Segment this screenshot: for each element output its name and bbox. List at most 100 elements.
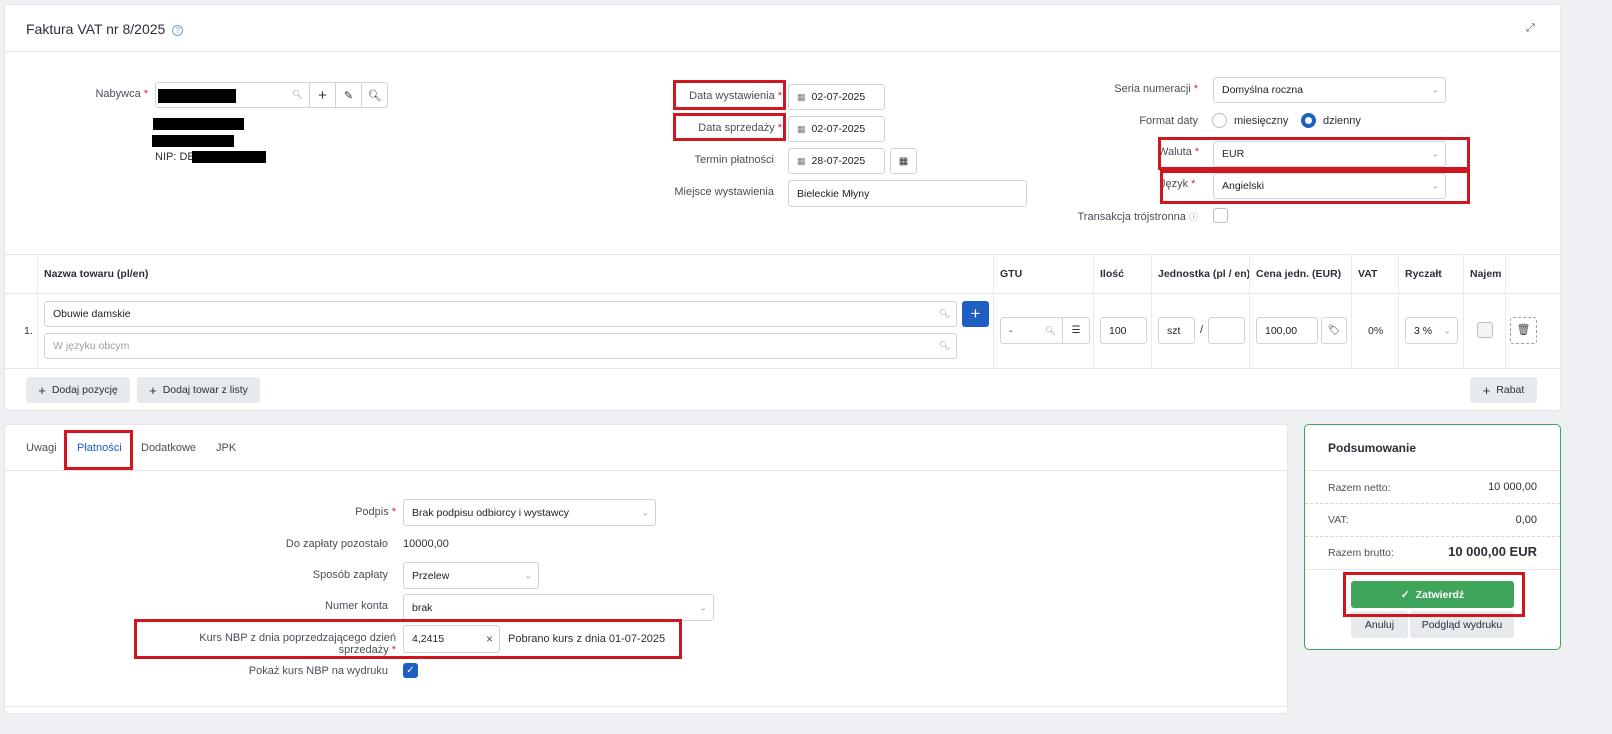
active-tab-underline	[66, 467, 130, 469]
chevron-down-icon: ⌄	[1431, 180, 1439, 191]
item-name-input[interactable]: Obuwie damskie 🔍︎	[44, 301, 957, 327]
rent-checkbox[interactable]	[1477, 322, 1493, 338]
chevron-down-icon: ⌄	[641, 507, 649, 517]
sale-date-label: Data sprzedaży *	[698, 122, 782, 134]
edit-buyer-button[interactable]: ✎	[335, 82, 362, 108]
place-input[interactable]: Bieleckie Młyny	[788, 180, 1027, 207]
gross-divider	[1305, 569, 1560, 570]
summary-panel: Podsumowanie Razem netto: 10 000,00 VAT:…	[1304, 424, 1561, 650]
add-buyer-button[interactable]: +	[309, 82, 336, 108]
vat-total-value: 0,00	[1515, 514, 1537, 526]
signature-label: Podpis *	[355, 506, 396, 518]
unit-input[interactable]: szt	[1158, 317, 1195, 344]
issue-date-input[interactable]: ▦ 02-07-2025	[788, 84, 885, 110]
list-icon: ☰	[1071, 325, 1081, 336]
calendar-icon: ▦	[797, 123, 806, 134]
tab-payments[interactable]: Płatności	[77, 442, 122, 454]
search-icon: 🔍︎	[938, 308, 950, 319]
tag-icon: 🏷︎	[1327, 325, 1341, 336]
tab-jpk[interactable]: JPK	[216, 442, 236, 454]
details-panel	[4, 424, 1288, 714]
vat-label: VAT:	[1328, 514, 1349, 526]
qty-input[interactable]: 100	[1100, 317, 1147, 344]
account-select[interactable]: brak ⌄	[403, 594, 714, 621]
language-label: Język *	[1160, 178, 1196, 190]
confirm-button[interactable]: ✓ Zatwierdź	[1351, 581, 1514, 608]
account-label: Numer konta	[325, 600, 388, 612]
item-foreign-name-input[interactable]: W języku obcym 🔍︎	[44, 333, 957, 359]
gross-label: Razem brutto:	[1328, 547, 1394, 559]
format-daily-radio[interactable]	[1301, 113, 1316, 128]
tab-additional[interactable]: Dodatkowe	[141, 442, 196, 454]
currency-select[interactable]: EUR ⌄	[1213, 141, 1446, 167]
tabs-divider	[5, 470, 1287, 471]
add-item-button[interactable]: + Dodaj pozycję	[26, 377, 130, 403]
net-label: Razem netto:	[1328, 482, 1391, 494]
help-icon[interactable]: ⓘ	[1189, 212, 1198, 222]
plus-icon: +	[1482, 382, 1491, 398]
col-divider	[1505, 255, 1506, 368]
due-date-label: Termin płatności	[694, 154, 774, 166]
cancel-button[interactable]: Anuluj	[1351, 611, 1408, 638]
net-divider	[1305, 503, 1560, 504]
series-label: Seria numeracji *	[1114, 83, 1198, 95]
language-select[interactable]: Angielski ⌄	[1213, 173, 1446, 199]
signature-select[interactable]: Brak podpisu odbiorcy i wystawcy ⌄	[403, 499, 656, 526]
search-icon: 🔍︎	[291, 89, 303, 100]
edit-icon: ✎	[343, 89, 354, 102]
help-icon[interactable]: ?	[172, 24, 184, 36]
expand-icon[interactable]: ⤢	[1526, 22, 1535, 35]
due-date-calendar-button[interactable]: ▦	[890, 148, 917, 174]
format-daily-label: dzienny	[1323, 115, 1361, 127]
add-from-list-button[interactable]: + Dodaj towar z listy	[137, 377, 260, 403]
delete-row-button[interactable]: 🗑︎	[1510, 317, 1537, 344]
net-value: 10 000,00	[1488, 481, 1537, 493]
search-icon: 🔍︎	[367, 89, 382, 102]
trash-icon: 🗑︎	[1516, 324, 1531, 336]
payment-method-select[interactable]: Przelew ⌄	[403, 562, 539, 589]
discount-button[interactable]: + Rabat	[1470, 377, 1537, 403]
col-divider	[1351, 255, 1352, 368]
col-divider	[1249, 255, 1250, 368]
col-price-header: Cena jedn. (EUR)	[1256, 268, 1342, 280]
lump-select[interactable]: 3 % ⌄	[1405, 317, 1458, 344]
add-item-plus-button[interactable]: +	[962, 301, 989, 327]
redacted-address-line2	[152, 135, 234, 147]
chevron-down-icon: ⌄	[1431, 148, 1439, 159]
table-bottom-border	[5, 368, 1560, 369]
price-input[interactable]: 100,00	[1256, 317, 1318, 344]
tab-notes[interactable]: Uwagi	[26, 442, 57, 454]
payment-method-label: Sposób zapłaty	[312, 569, 388, 581]
show-rate-checkbox[interactable]: ✓	[403, 663, 418, 678]
calendar-icon: ▦	[898, 155, 909, 167]
redacted-buyer-name	[158, 89, 236, 103]
col-gtu-header: GTU	[1000, 268, 1023, 280]
sale-date-input[interactable]: ▦ 02-07-2025	[788, 116, 885, 142]
buyer-label: Nabywca *	[95, 88, 148, 100]
rate-label: Kurs NBP z dnia poprzedzającego dzień sp…	[199, 632, 396, 656]
col-divider	[1398, 255, 1399, 368]
issue-date-label: Data wystawienia *	[689, 90, 782, 102]
redacted-nip	[192, 151, 266, 163]
rate-input[interactable]: 4,2415 ×	[403, 625, 500, 653]
unit-separator: /	[1200, 324, 1204, 336]
price-tag-button[interactable]: 🏷︎	[1321, 317, 1347, 344]
col-name-header: Nazwa towaru (pl/en)	[44, 268, 149, 280]
unit-foreign-input[interactable]	[1208, 317, 1245, 344]
gtu-list-button[interactable]: ☰	[1062, 317, 1090, 344]
summary-title: Podsumowanie	[1328, 441, 1417, 455]
col-divider	[993, 255, 994, 368]
format-monthly-radio[interactable]	[1212, 113, 1227, 128]
col-divider	[1151, 255, 1152, 368]
header-divider	[5, 51, 1560, 52]
chevron-down-icon: ⌄	[1431, 84, 1439, 95]
clear-icon[interactable]: ×	[486, 632, 493, 646]
vat-divider	[1305, 536, 1560, 537]
due-date-input[interactable]: ▦ 28-07-2025	[788, 148, 885, 174]
series-select[interactable]: Domyślna roczna ⌄	[1213, 77, 1446, 103]
lookup-buyer-button[interactable]: 🔍︎	[361, 82, 388, 108]
preview-button[interactable]: Podgląd wydruku	[1410, 611, 1514, 638]
gtu-input[interactable]: - 🔍︎	[1000, 317, 1063, 344]
chevron-down-icon: ⌄	[524, 570, 532, 580]
triangular-checkbox[interactable]	[1213, 208, 1228, 223]
